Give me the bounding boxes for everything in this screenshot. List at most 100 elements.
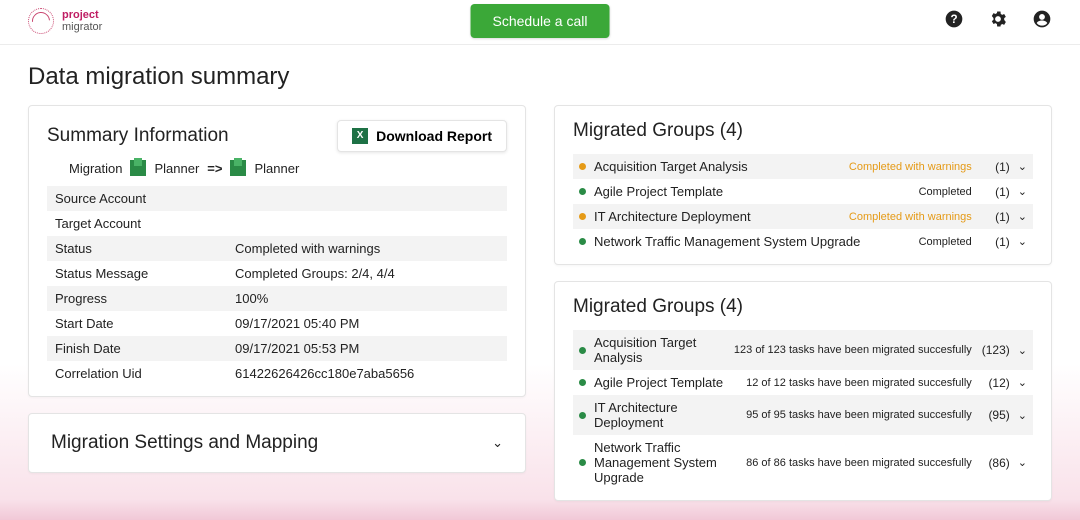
group-row[interactable]: Network Traffic Management System Upgrad… — [573, 229, 1033, 254]
group-status: Completed — [919, 236, 972, 248]
summary-value — [235, 216, 499, 231]
summary-row: Start Date09/17/2021 05:40 PM — [47, 311, 507, 336]
group-name: Agile Project Template — [594, 375, 738, 390]
groups2-title: Migrated Groups (4) — [573, 296, 1033, 318]
group-name: Acquisition Target Analysis — [594, 335, 726, 365]
summary-card: Summary Information Download Report Migr… — [28, 105, 526, 397]
group-row[interactable]: Acquisition Target Analysis Completed wit… — [573, 154, 1033, 179]
group-count: (1) — [980, 185, 1010, 199]
status-dot-icon — [579, 347, 586, 354]
group-name: Network Traffic Management System Upgrad… — [594, 234, 911, 249]
arrow-icon: => — [207, 161, 222, 176]
group-count: (86) — [980, 456, 1010, 470]
summary-value: 09/17/2021 05:40 PM — [235, 316, 499, 331]
source-tool: Planner — [154, 161, 199, 176]
account-icon[interactable] — [1032, 9, 1052, 34]
settings-expander[interactable]: Migration Settings and Mapping ⌄ — [47, 426, 507, 460]
logo-text: project migrator — [62, 9, 102, 33]
summary-key: Source Account — [55, 191, 235, 206]
chevron-down-icon[interactable]: ⌄ — [1018, 456, 1027, 469]
summary-row: Source Account — [47, 186, 507, 211]
chevron-down-icon[interactable]: ⌄ — [1018, 160, 1027, 173]
group-row[interactable]: Agile Project TemplateCompleted(1)⌄ — [573, 179, 1033, 204]
status-dot-icon — [579, 188, 586, 195]
group-status: Completed with warnings — [849, 211, 972, 223]
group-name: IT Architecture Deployment — [594, 400, 738, 430]
summary-row: Target Account — [47, 211, 507, 236]
status-dot-icon — [579, 459, 586, 466]
summary-key: Status — [55, 241, 235, 256]
group-status: 123 of 123 tasks have been migrated succ… — [734, 344, 972, 356]
chevron-down-icon: ⌄ — [492, 435, 503, 451]
logo-line1: project — [62, 9, 102, 21]
summary-value: 100% — [235, 291, 499, 306]
group-count: (1) — [980, 235, 1010, 249]
group-status: Completed — [919, 186, 972, 198]
summary-key: Correlation Uid — [55, 366, 235, 381]
excel-icon — [352, 128, 368, 144]
group-row[interactable]: IT Architecture Deployment 95 of 95 tasks… — [573, 395, 1033, 435]
group-count: (123) — [980, 343, 1010, 357]
page-title: Data migration summary — [28, 63, 1052, 91]
summary-value: Completed with warnings — [235, 241, 499, 256]
chevron-down-icon[interactable]: ⌄ — [1018, 185, 1027, 198]
group-row[interactable]: Network Traffic Management System Upgrad… — [573, 435, 1033, 490]
summary-row: Progress100% — [47, 286, 507, 311]
group-count: (95) — [980, 408, 1010, 422]
chevron-down-icon[interactable]: ⌄ — [1018, 376, 1027, 389]
chevron-down-icon[interactable]: ⌄ — [1018, 235, 1027, 248]
status-dot-icon — [579, 163, 586, 170]
summary-row: Status MessageCompleted Groups: 2/4, 4/4 — [47, 261, 507, 286]
summary-value: 61422626426cc180e7aba5656 — [235, 366, 499, 381]
group-count: (1) — [980, 210, 1010, 224]
group-row[interactable]: Agile Project Template 12 of 12 tasks hav… — [573, 370, 1033, 395]
group-row[interactable]: Acquisition Target Analysis 123 of 123 ta… — [573, 330, 1033, 370]
planner-source-icon — [130, 160, 146, 176]
logo[interactable]: project migrator — [28, 8, 102, 34]
groups2-list: Acquisition Target Analysis 123 of 123 ta… — [573, 330, 1033, 490]
migration-direction: Migration Planner => Planner — [69, 160, 507, 176]
group-count: (12) — [980, 376, 1010, 390]
status-dot-icon — [579, 412, 586, 419]
download-report-button[interactable]: Download Report — [337, 120, 507, 152]
summary-title: Summary Information — [47, 125, 229, 147]
chevron-down-icon[interactable]: ⌄ — [1018, 210, 1027, 223]
help-icon[interactable]: ? — [944, 9, 964, 34]
summary-key: Start Date — [55, 316, 235, 331]
summary-key: Target Account — [55, 216, 235, 231]
migration-label: Migration — [69, 161, 122, 176]
target-tool: Planner — [254, 161, 299, 176]
group-status: 12 of 12 tasks have been migrated succes… — [746, 377, 972, 389]
chevron-down-icon[interactable]: ⌄ — [1018, 344, 1027, 357]
svg-text:?: ? — [950, 13, 957, 26]
summary-table: Source Account Target Account StatusComple… — [47, 186, 507, 386]
summary-key: Finish Date — [55, 341, 235, 356]
group-count: (1) — [980, 160, 1010, 174]
group-status: 86 of 86 tasks have been migrated succes… — [746, 457, 972, 469]
summary-key: Progress — [55, 291, 235, 306]
planner-target-icon — [230, 160, 246, 176]
group-name: Network Traffic Management System Upgrad… — [594, 440, 738, 485]
settings-card: Migration Settings and Mapping ⌄ — [28, 413, 526, 473]
group-row[interactable]: IT Architecture DeploymentCompleted with… — [573, 204, 1033, 229]
summary-row: Correlation Uid61422626426cc180e7aba5656 — [47, 361, 507, 386]
status-dot-icon — [579, 238, 586, 245]
status-dot-icon — [579, 379, 586, 386]
group-name: Acquisition Target Analysis — [594, 159, 841, 174]
summary-value — [235, 191, 499, 206]
groups1-list: Acquisition Target Analysis Completed wit… — [573, 154, 1033, 254]
groups1-title: Migrated Groups (4) — [573, 120, 1033, 142]
status-dot-icon — [579, 213, 586, 220]
groups-card-1: Migrated Groups (4) Acquisition Target A… — [554, 105, 1052, 265]
app-header: project migrator Schedule a call ? — [0, 0, 1080, 45]
logo-mark-icon — [28, 8, 54, 34]
gear-icon[interactable] — [988, 9, 1008, 34]
group-status: Completed with warnings — [849, 161, 972, 173]
summary-row: StatusCompleted with warnings — [47, 236, 507, 261]
group-status: 95 of 95 tasks have been migrated succes… — [746, 409, 972, 421]
schedule-call-button[interactable]: Schedule a call — [471, 4, 610, 38]
summary-value: Completed Groups: 2/4, 4/4 — [235, 266, 499, 281]
chevron-down-icon[interactable]: ⌄ — [1018, 409, 1027, 422]
summary-row: Finish Date09/17/2021 05:53 PM — [47, 336, 507, 361]
summary-value: 09/17/2021 05:53 PM — [235, 341, 499, 356]
